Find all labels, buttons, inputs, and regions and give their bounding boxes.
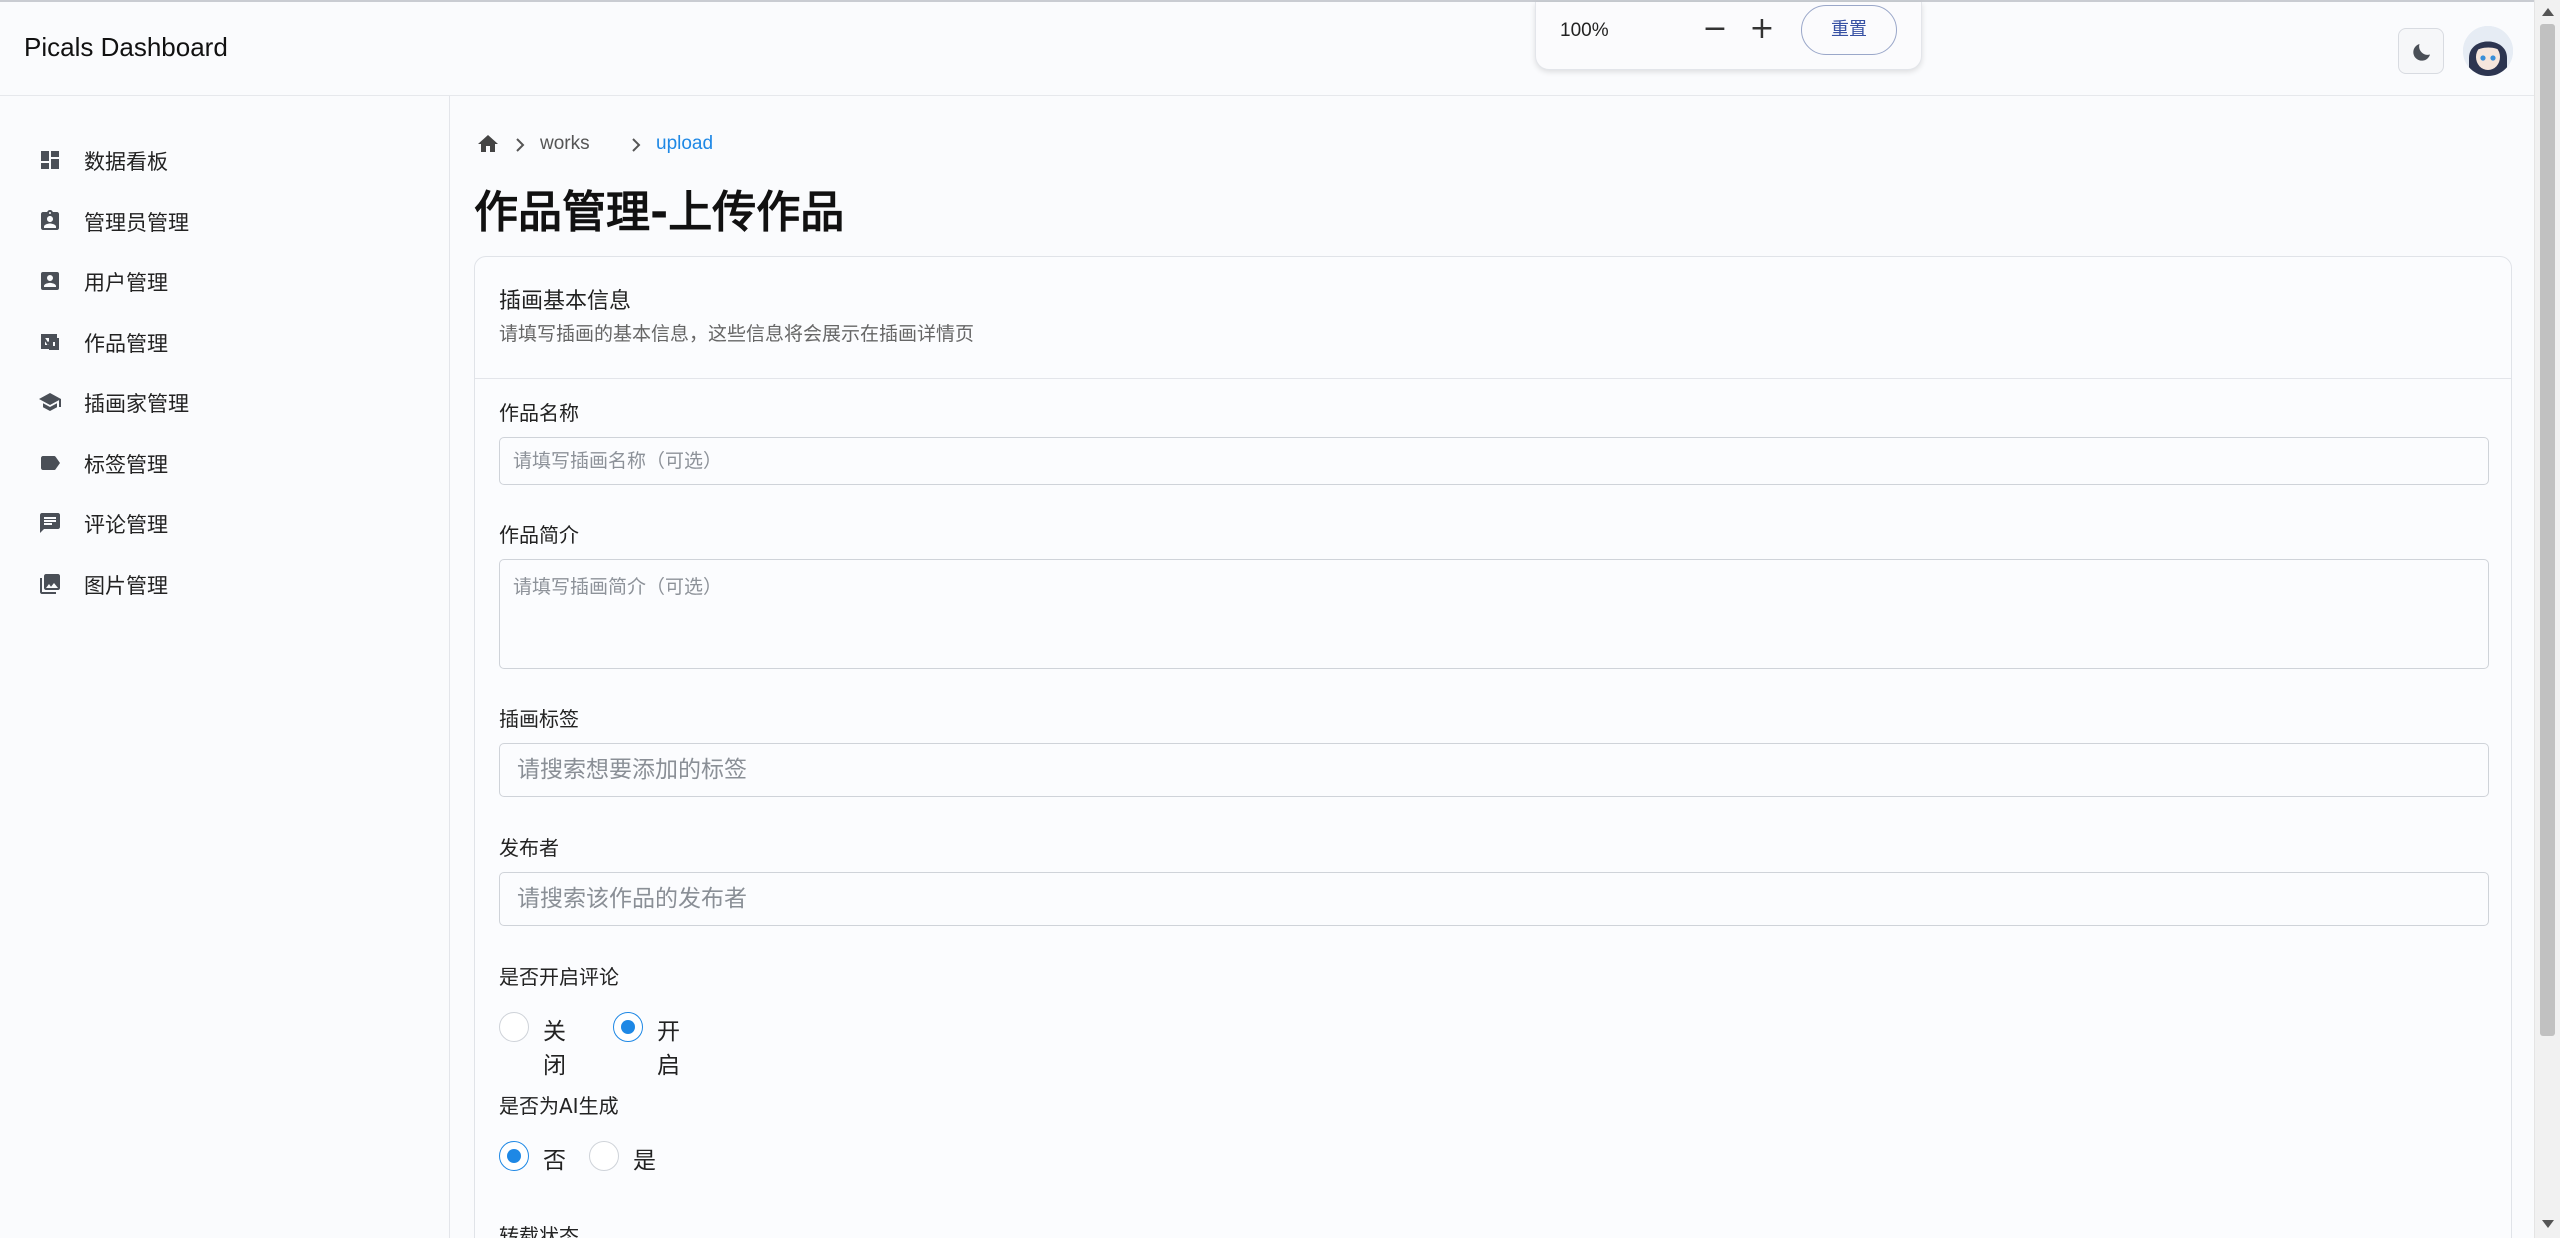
breadcrumb-item-upload: upload xyxy=(656,133,714,154)
reprint-label: 转载状态 xyxy=(499,1224,579,1238)
ai-yes-label[interactable]: 是 xyxy=(633,1141,656,1175)
comments-on-radio[interactable] xyxy=(613,1012,643,1042)
comments-off-radio[interactable] xyxy=(499,1012,529,1042)
sidebar-item-label: 标签管理 xyxy=(84,453,168,477)
ai-no-label[interactable]: 否 xyxy=(543,1141,566,1175)
comments-off-label[interactable]: 关闭 xyxy=(543,1012,566,1080)
sidebar-item-tags[interactable]: 标签管理 xyxy=(0,435,440,489)
works-icon xyxy=(41,334,59,350)
name-input[interactable] xyxy=(499,437,2489,485)
sidebar-item-admins[interactable]: 管理员管理 xyxy=(0,193,440,247)
sidebar-item-label: 作品管理 xyxy=(84,332,168,356)
moon-icon xyxy=(2413,44,2430,61)
zoom-in-button[interactable]: + xyxy=(1744,12,1780,48)
sidebar-item-label: 用户管理 xyxy=(84,271,168,295)
home-icon[interactable] xyxy=(476,132,500,156)
publisher-label: 发布者 xyxy=(499,836,559,860)
admin-badge-icon xyxy=(41,210,59,230)
avatar-image xyxy=(2463,26,2513,76)
sidebar-item-works[interactable]: 作品管理 xyxy=(0,314,440,368)
sidebar-item-label: 评论管理 xyxy=(84,513,168,537)
tag-icon xyxy=(41,456,60,470)
sidebar-item-label: 数据看板 xyxy=(84,150,168,174)
user-card-icon xyxy=(41,272,59,290)
chevron-right-icon xyxy=(516,138,525,152)
sidebar-item-label: 图片管理 xyxy=(84,574,168,598)
sidebar-item-dashboard[interactable]: 数据看板 xyxy=(0,132,440,186)
sidebar: 数据看板 管理员管理 用户管理 作品管理 插画家管理 标签管理 评论管理 图片管… xyxy=(0,96,450,1238)
sidebar-item-illustrators[interactable]: 插画家管理 xyxy=(0,374,440,428)
sidebar-item-comments[interactable]: 评论管理 xyxy=(0,495,440,549)
name-label: 作品名称 xyxy=(499,401,579,425)
sidebar-item-label: 插画家管理 xyxy=(84,392,189,416)
scroll-down-arrow-icon[interactable] xyxy=(2542,1220,2554,1228)
comment-icon xyxy=(40,513,60,533)
card-subtitle: 请填写插画的基本信息，这些信息将会展示在插画详情页 xyxy=(499,323,975,345)
zoom-popup: 100% − + 重置 xyxy=(1535,2,1922,70)
avatar[interactable] xyxy=(2463,26,2513,76)
sidebar-item-label: 管理员管理 xyxy=(84,211,189,235)
comments-label: 是否开启评论 xyxy=(499,965,619,989)
card-title: 插画基本信息 xyxy=(499,289,632,314)
chevron-right-icon xyxy=(632,138,641,152)
card-header: 插画基本信息 请填写插画的基本信息，这些信息将会展示在插画详情页 xyxy=(475,257,2511,379)
scroll-thumb[interactable] xyxy=(2540,24,2555,1036)
basic-info-card: 插画基本信息 请填写插画的基本信息，这些信息将会展示在插画详情页 作品名称 作品… xyxy=(474,256,2512,1238)
sidebar-item-users[interactable]: 用户管理 xyxy=(0,253,440,307)
intro-textarea[interactable] xyxy=(499,559,2489,669)
graduation-cap-icon xyxy=(39,393,61,411)
page-title: 作品管理-上传作品 xyxy=(474,187,845,238)
breadcrumb-item-works[interactable]: works xyxy=(540,133,590,155)
comments-on-label[interactable]: 开启 xyxy=(657,1012,680,1080)
zoom-out-button[interactable]: − xyxy=(1697,12,1733,48)
zoom-reset-button[interactable]: 重置 xyxy=(1801,5,1897,55)
main-content: works upload 作品管理-上传作品 插画基本信息 请填写插画的基本信息… xyxy=(451,96,2534,1238)
tags-label: 插画标签 xyxy=(499,707,579,731)
publisher-search-input[interactable] xyxy=(499,872,2489,926)
ai-no-radio[interactable] xyxy=(499,1141,529,1171)
page-scrollbar[interactable] xyxy=(2534,0,2560,1238)
photo-library-icon xyxy=(40,574,60,594)
top-bar: Picals Dashboard 100% − + 重置 xyxy=(0,0,2534,96)
zoom-level: 100% xyxy=(1560,20,1609,41)
theme-toggle-button[interactable] xyxy=(2398,28,2444,74)
intro-label: 作品简介 xyxy=(499,523,579,547)
ai-label: 是否为AI生成 xyxy=(499,1094,619,1118)
app-title: Picals Dashboard xyxy=(24,32,228,62)
sidebar-item-images[interactable]: 图片管理 xyxy=(0,556,440,610)
dashboard-icon xyxy=(41,151,59,169)
tags-search-input[interactable] xyxy=(499,743,2489,797)
ai-yes-radio[interactable] xyxy=(589,1141,619,1171)
scroll-up-arrow-icon[interactable] xyxy=(2542,8,2554,16)
